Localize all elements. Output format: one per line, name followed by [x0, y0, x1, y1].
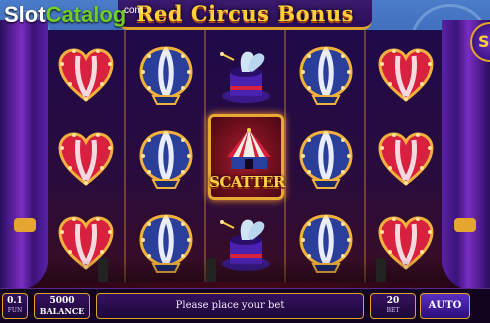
balloon-icon — [139, 130, 193, 190]
magic-hat-icon — [220, 46, 272, 106]
symbol-heart — [372, 42, 440, 112]
coin-value-label: FUN — [7, 307, 23, 314]
balance-label: BALANCE — [39, 306, 85, 316]
heart-icon — [378, 48, 434, 102]
reel-2 — [126, 30, 206, 282]
balloon-icon — [299, 46, 353, 106]
status-message: Please place your bet — [96, 293, 364, 319]
logo-text-slot: Slot — [4, 2, 46, 27]
scatter-label: SCATTER — [209, 173, 285, 191]
curtain-tie-right — [454, 218, 476, 232]
curtain-left — [0, 20, 48, 290]
game-stage: SCATTER Red Circus Bonus SlotCatalog com… — [0, 0, 490, 323]
symbol-heart — [52, 126, 120, 196]
reel-5 — [366, 30, 446, 282]
circus-tent-icon — [225, 127, 273, 171]
chain-railing — [46, 258, 446, 282]
balloon-icon — [299, 130, 353, 190]
bet-box[interactable]: 20 BET — [370, 293, 416, 319]
logo-text-com: com — [124, 5, 143, 16]
symbol-balloon — [132, 42, 200, 112]
balance-box: 5000 BALANCE — [34, 293, 90, 319]
reel-4 — [286, 30, 366, 282]
reel-area: SCATTER — [46, 30, 446, 282]
heart-icon — [378, 132, 434, 186]
symbol-heart — [52, 42, 120, 112]
bet-value: 20 — [386, 296, 400, 306]
control-bar: 0.1 FUN 5000 BALANCE Please place your b… — [0, 288, 490, 323]
symbol-heart — [372, 126, 440, 196]
auto-button[interactable]: AUTO — [420, 293, 470, 319]
heart-icon — [58, 132, 114, 186]
coin-value: 0.1 — [7, 296, 23, 306]
game-title: Red Circus Bonus — [136, 1, 354, 26]
logo-text-catalog: Catalog — [45, 2, 127, 27]
symbol-balloon — [132, 126, 200, 196]
slotcatalog-logo: SlotCatalog com — [4, 2, 143, 36]
symbol-magic-hat — [212, 42, 280, 112]
heart-icon — [58, 48, 114, 102]
symbol-balloon — [292, 126, 360, 196]
symbol-scatter: SCATTER — [208, 114, 285, 200]
curtain-tie-left — [14, 218, 36, 232]
reel-1 — [46, 30, 126, 282]
balloon-icon — [139, 46, 193, 106]
symbol-balloon — [292, 42, 360, 112]
rail-post — [206, 258, 216, 282]
bet-label: BET — [386, 307, 400, 314]
rail-post — [376, 258, 386, 282]
game-title-banner: Red Circus Bonus — [118, 0, 372, 30]
rail-post — [98, 258, 108, 282]
coin-value-box[interactable]: 0.1 FUN — [2, 293, 28, 319]
